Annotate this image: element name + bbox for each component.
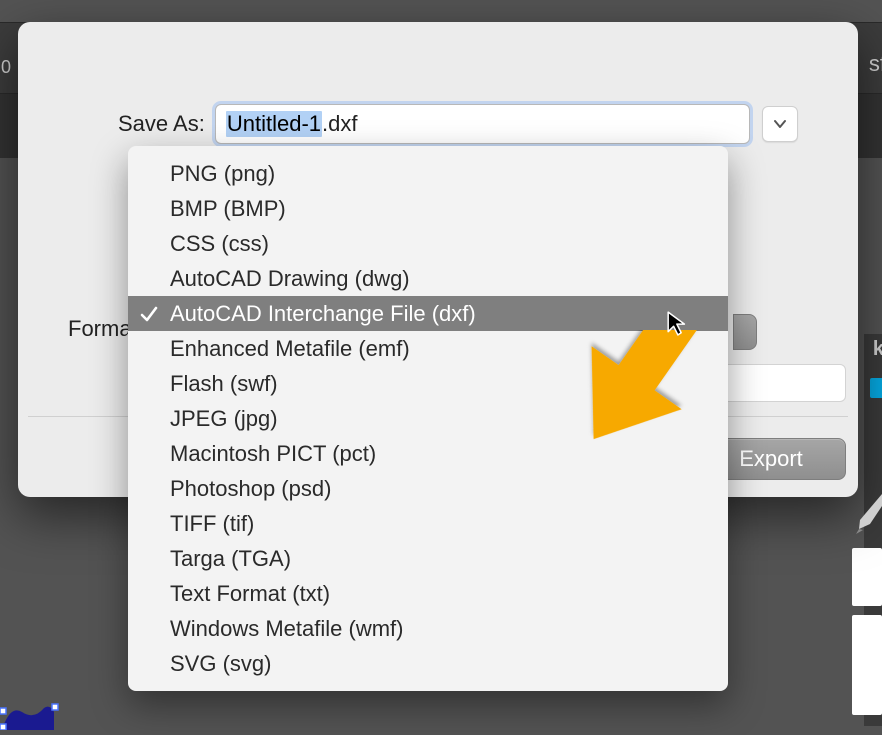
format-option-label: BMP (BMP) bbox=[170, 196, 286, 222]
options-bar-fragment-right: sf bbox=[869, 51, 882, 77]
save-as-label: Save As: bbox=[118, 111, 205, 137]
format-option[interactable]: CSS (css) bbox=[128, 226, 728, 261]
format-option[interactable]: Macintosh PICT (pct) bbox=[128, 436, 728, 471]
format-option-label: AutoCAD Interchange File (dxf) bbox=[170, 301, 476, 327]
format-option[interactable]: Windows Metafile (wmf) bbox=[128, 611, 728, 646]
right-panel-swatch-1 bbox=[852, 548, 882, 606]
format-select-end[interactable] bbox=[733, 314, 757, 350]
format-option[interactable]: BMP (BMP) bbox=[128, 191, 728, 226]
format-option[interactable]: Targa (TGA) bbox=[128, 541, 728, 576]
format-option-label: Enhanced Metafile (emf) bbox=[170, 336, 410, 362]
format-option-label: Text Format (txt) bbox=[170, 581, 330, 607]
right-panel-letter: k bbox=[873, 338, 882, 361]
format-option[interactable]: TIFF (tif) bbox=[128, 506, 728, 541]
format-option-label: Flash (swf) bbox=[170, 371, 278, 397]
format-option[interactable]: PNG (png) bbox=[128, 156, 728, 191]
format-option-label: Targa (TGA) bbox=[170, 546, 291, 572]
format-option-label: AutoCAD Drawing (dwg) bbox=[170, 266, 410, 292]
format-option-label: SVG (svg) bbox=[170, 651, 271, 677]
format-option[interactable]: Text Format (txt) bbox=[128, 576, 728, 611]
format-option[interactable]: Flash (swf) bbox=[128, 366, 728, 401]
chevron-down-icon bbox=[773, 117, 787, 131]
filename-base-selected: Untitled-1 bbox=[226, 111, 322, 137]
options-bar-fragment-left: .0 bbox=[0, 57, 11, 78]
format-option[interactable]: SVG (svg) bbox=[128, 646, 728, 681]
app-title-bar: Adobe Illustrator 2020 bbox=[0, 0, 882, 22]
format-dropdown-menu[interactable]: PNG (png) BMP (BMP) CSS (css) AutoCAD Drawi… bbox=[128, 146, 728, 691]
checkmark-icon bbox=[140, 305, 158, 323]
format-option[interactable]: Enhanced Metafile (emf) bbox=[128, 331, 728, 366]
history-dropdown-button[interactable] bbox=[762, 106, 798, 142]
app-title: Adobe Illustrator 2020 bbox=[343, 0, 539, 5]
save-as-row: Save As: Untitled-1.dxf bbox=[18, 104, 858, 144]
format-option-label: Photoshop (psd) bbox=[170, 476, 331, 502]
format-option-label: PNG (png) bbox=[170, 161, 275, 187]
format-option-label: JPEG (jpg) bbox=[170, 406, 278, 432]
format-option-label: CSS (css) bbox=[170, 231, 269, 257]
export-button-label: Export bbox=[739, 446, 803, 472]
format-option-label: Macintosh PICT (pct) bbox=[170, 441, 376, 467]
format-option[interactable]: Photoshop (psd) bbox=[128, 471, 728, 506]
filename-extension: .dxf bbox=[322, 111, 357, 137]
format-option[interactable]: JPEG (jpg) bbox=[128, 401, 728, 436]
format-option[interactable]: AutoCAD Drawing (dwg) bbox=[128, 261, 728, 296]
format-option-label: TIFF (tif) bbox=[170, 511, 254, 537]
format-option[interactable]: AutoCAD Interchange File (dxf) bbox=[128, 296, 728, 331]
right-panel-swatch-2 bbox=[852, 615, 882, 715]
format-option-label: Windows Metafile (wmf) bbox=[170, 616, 403, 642]
filename-input[interactable]: Untitled-1.dxf bbox=[215, 104, 750, 144]
right-panel-indicator bbox=[870, 378, 882, 398]
